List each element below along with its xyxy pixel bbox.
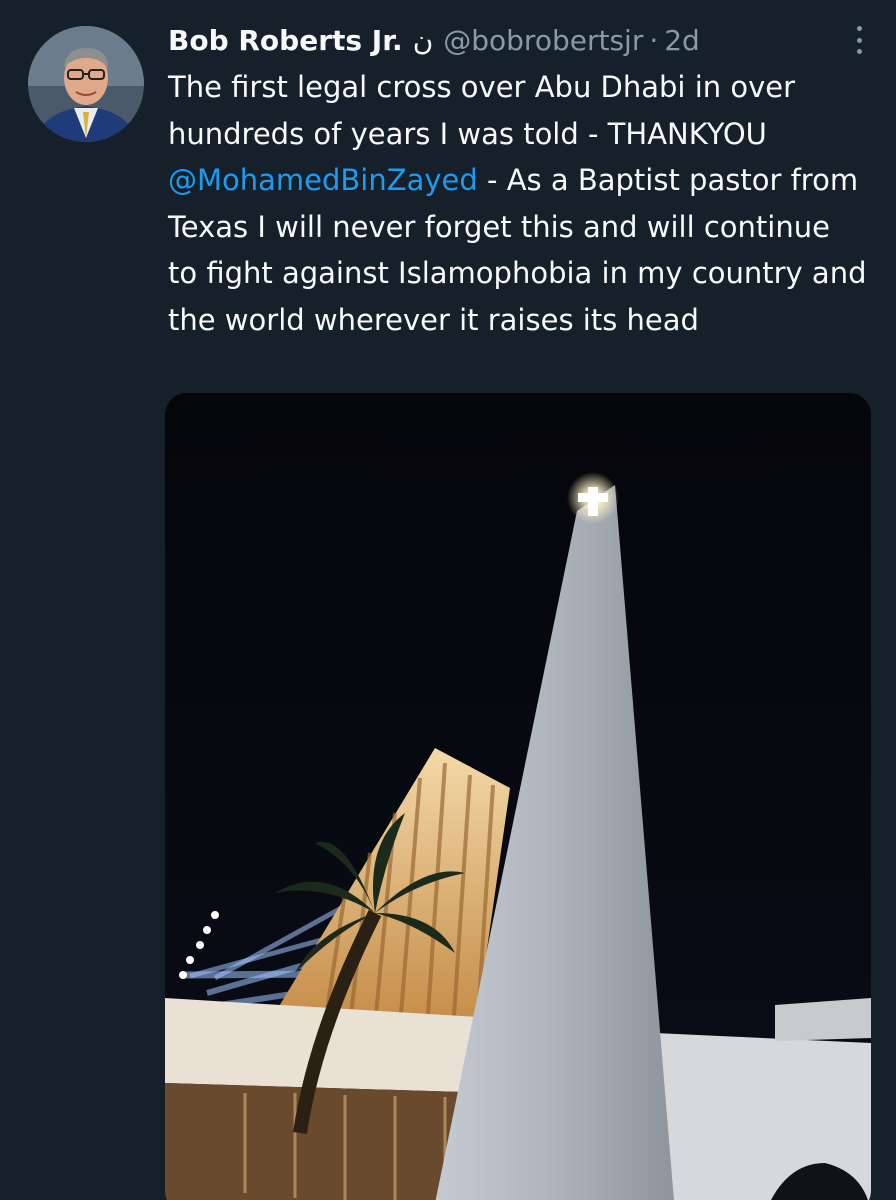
mention-link[interactable]: @MohamedBinZayed	[168, 163, 478, 197]
avatar[interactable]	[28, 26, 144, 142]
author-name-suffix: ن	[412, 23, 434, 57]
separator-dot: ·	[649, 23, 659, 57]
more-options-icon[interactable]	[848, 26, 870, 54]
avatar-image	[28, 26, 144, 142]
tweet-text-part-1: The first legal cross over Abu Dhabi in …	[168, 70, 796, 151]
tweet-text: The first legal cross over Abu Dhabi in …	[168, 64, 868, 343]
tweet-header: Bob Roberts Jr. ن @bobrobertsjr · 2d	[168, 18, 700, 62]
author-name[interactable]: Bob Roberts Jr.	[168, 24, 403, 57]
author-handle[interactable]: @bobrobertsjr	[443, 24, 643, 57]
tweet-photo[interactable]	[165, 393, 871, 1200]
tweet-timestamp[interactable]: 2d	[664, 24, 700, 57]
photo-night-cross-tower	[165, 393, 871, 1200]
